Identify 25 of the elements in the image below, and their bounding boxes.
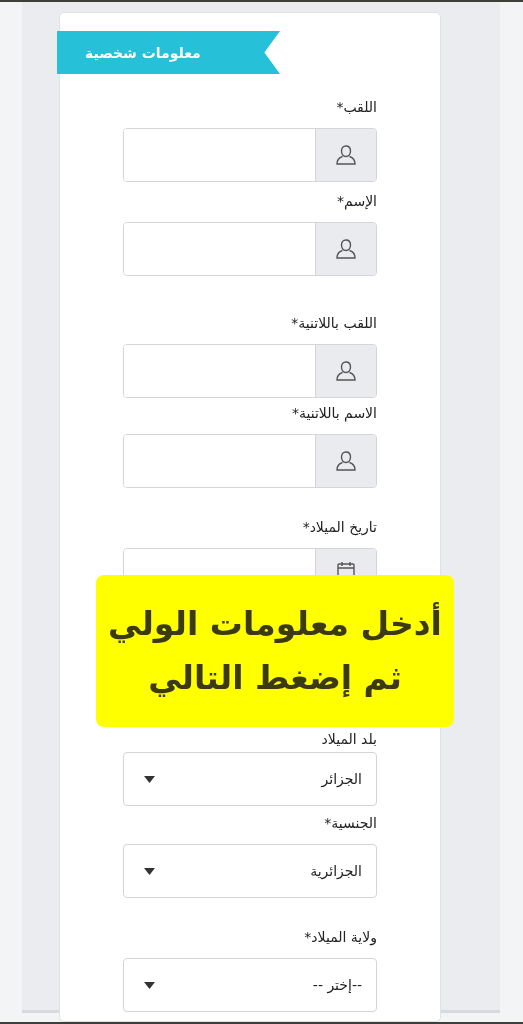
field-label: بلد الميلاد (320, 730, 377, 749)
text-field[interactable] (123, 344, 377, 398)
person-icon (335, 238, 357, 260)
text-field[interactable] (123, 128, 377, 182)
caret-icon (144, 867, 155, 875)
person-icon (335, 450, 357, 472)
text-field[interactable] (123, 434, 377, 488)
caret-icon (144, 981, 155, 989)
select-field[interactable]: --إختر -- (123, 958, 377, 1012)
person-icon (335, 360, 357, 382)
field-label: الجنسية* (323, 814, 377, 833)
field-label: اللقب* (335, 98, 377, 117)
field-label: ولاية الميلاد* (303, 928, 377, 948)
field-label: اللقب باللاتنية* (290, 314, 377, 333)
text-field[interactable] (123, 222, 377, 276)
section-title: معلومات شخصية (85, 44, 201, 61)
field-label: تاريخ الميلاد* (301, 518, 377, 538)
notice-text: ثم إضغط التالي (148, 657, 402, 699)
caret-icon (144, 775, 155, 783)
field-label: الإسم* (336, 192, 377, 212)
field-label: الاسم باللاتنية* (291, 404, 377, 424)
select-field[interactable]: الجزائر (123, 752, 377, 806)
select-field[interactable]: الجزائرية (123, 844, 377, 898)
person-icon (335, 144, 357, 166)
notice-text: أدخل معلومات الولي (108, 601, 442, 645)
